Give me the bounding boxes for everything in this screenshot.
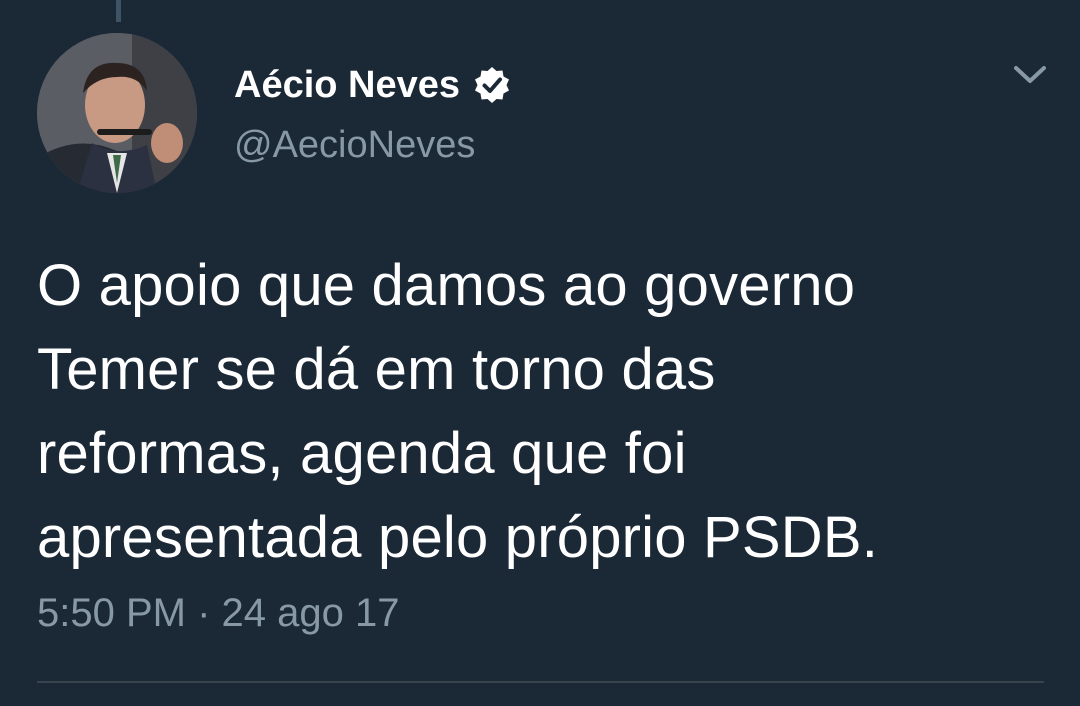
author-name[interactable]: Aécio Neves [234,62,512,108]
chevron-down-icon[interactable] [1010,60,1050,90]
avatar[interactable] [37,33,197,193]
verified-badge-icon [472,65,512,105]
tweet-date: 24 ago 17 [221,591,400,635]
tweet-text: O apoio que damos ao governo Temer se dá… [37,253,879,570]
tweet-time: 5:50 PM [37,591,186,635]
tweet-timestamp[interactable]: 5:50 PM · 24 ago 17 [37,588,400,638]
meta-separator: · [197,591,211,635]
divider [37,681,1044,683]
author-handle[interactable]: @AecioNeves [234,122,475,168]
author-name-text: Aécio Neves [234,64,461,106]
thread-connector-line [116,0,121,22]
avatar-photo [37,33,197,193]
